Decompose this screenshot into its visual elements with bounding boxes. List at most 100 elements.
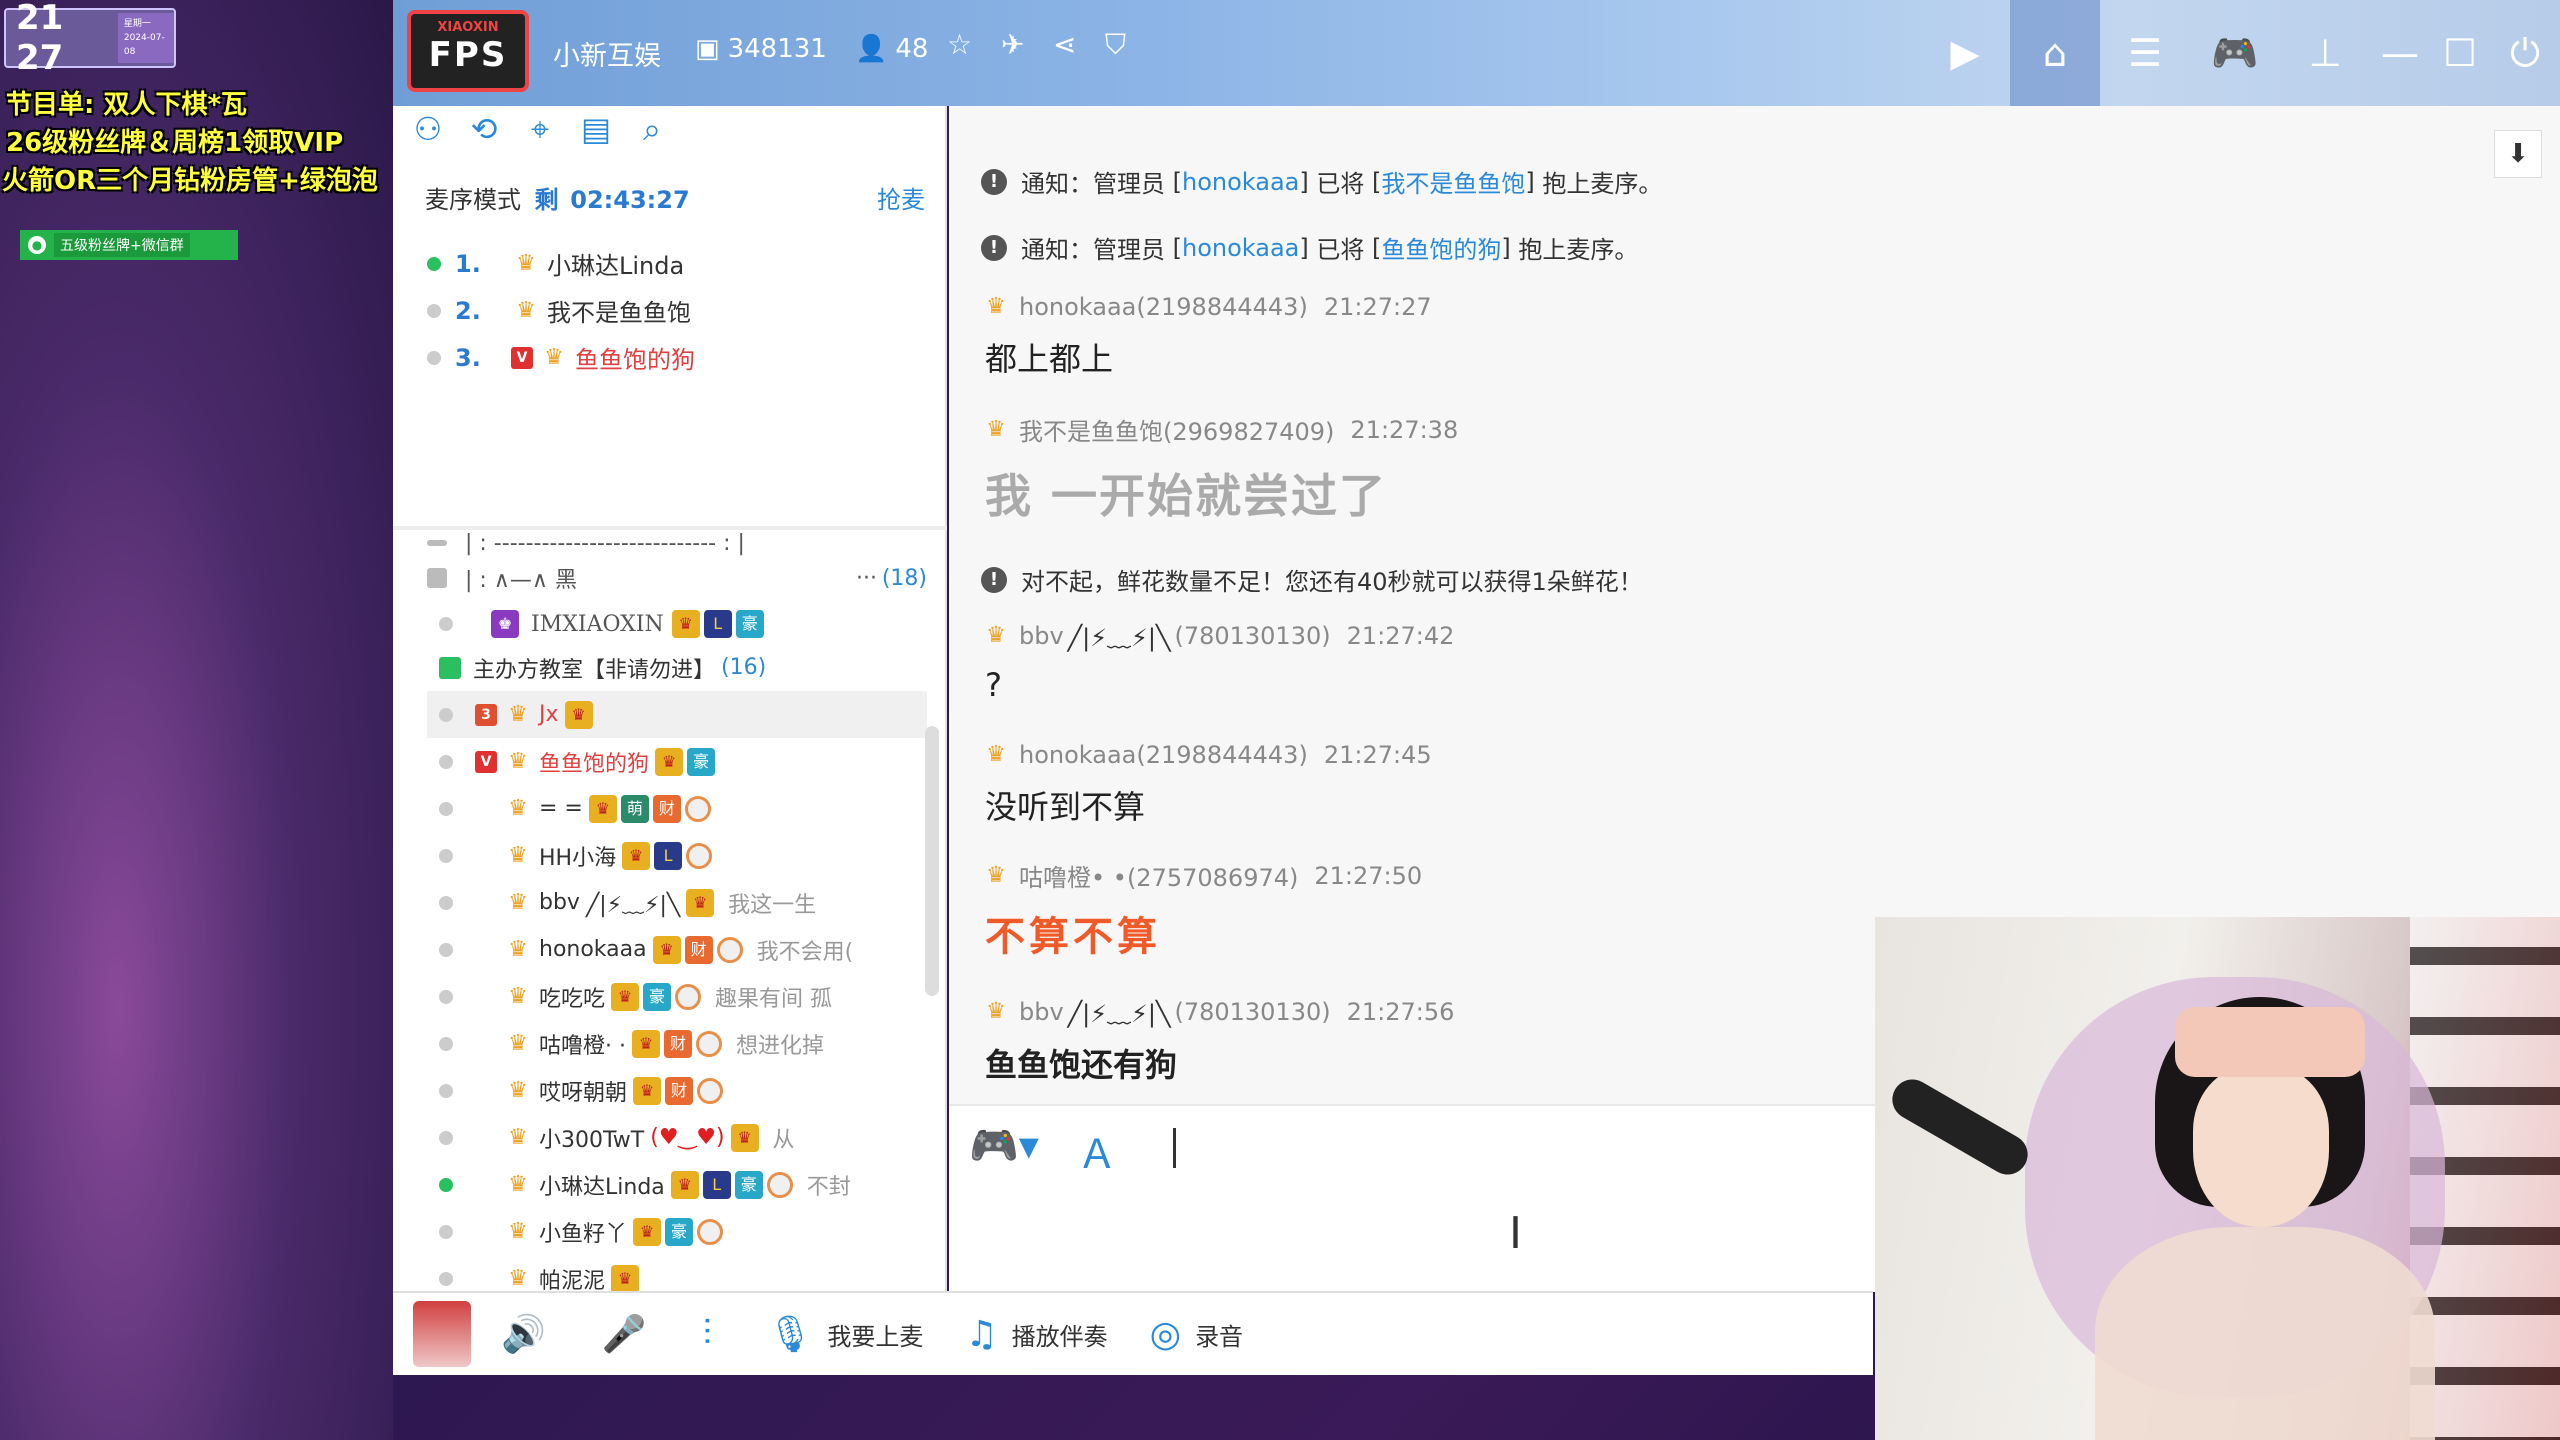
cai-badge-icon: 财 bbox=[663, 1029, 692, 1058]
medal-icon: ♛ bbox=[508, 983, 528, 1009]
maximize-icon[interactable]: ☐ bbox=[2430, 0, 2490, 106]
message-header: ♛ 我不是鱼鱼饱(2969827409) 21:27:38 bbox=[981, 412, 1458, 447]
medal-icon: ♛ bbox=[508, 1218, 528, 1244]
level-badge-icon: L bbox=[654, 841, 683, 870]
info-icon: ! bbox=[981, 168, 1007, 195]
status-dot bbox=[427, 350, 441, 365]
ring-badge-icon bbox=[695, 1030, 722, 1057]
channel-owner-row[interactable]: ♚ IMXIAOXIN ♛ L 豪 bbox=[427, 601, 927, 647]
hair-bow bbox=[2175, 1007, 2365, 1077]
status-dot bbox=[439, 1177, 453, 1192]
user-row[interactable]: V ♛ 鱼鱼饱的狗 ♛ 豪 bbox=[427, 738, 927, 785]
speaker-button[interactable]: 🔊 bbox=[501, 1313, 560, 1355]
status-dot bbox=[439, 707, 453, 722]
user-row[interactable]: ♛ 小300TwT (♥‿♥) ♛ 从 bbox=[427, 1114, 927, 1161]
cai-badge-icon: 财 bbox=[652, 794, 681, 823]
status-dot bbox=[439, 895, 453, 910]
home-icon[interactable]: ⌂ bbox=[2010, 0, 2100, 106]
wechat-icon: ● bbox=[28, 236, 46, 254]
channel-separator[interactable]: | : ---------------------------- : | bbox=[427, 531, 927, 556]
favorite-star-icon[interactable]: ☆ bbox=[947, 28, 972, 61]
hao-badge-icon: 豪 bbox=[687, 747, 716, 776]
user-row[interactable]: ♛ 吃吃吃 ♛ 豪 趣果有间 孤 bbox=[427, 973, 927, 1020]
scroll-down-button[interactable]: ⬇ bbox=[2494, 130, 2542, 178]
user-row[interactable]: 3 ♛ Jx ♛ bbox=[427, 691, 927, 738]
grab-mic-button[interactable]: 抢麦 bbox=[877, 180, 925, 215]
search-icon[interactable]: ⌕ bbox=[635, 112, 669, 146]
share-icon[interactable]: ⋖ bbox=[1053, 28, 1076, 61]
clock-widget: 21 27 星期一 2024-07-08 bbox=[4, 0, 176, 78]
record-button[interactable]: ◎ 录音 bbox=[1150, 1314, 1243, 1355]
owner-badge-icon: ♚ bbox=[491, 610, 519, 638]
play-music-button[interactable]: ♫ 播放伴奏 bbox=[965, 1314, 1107, 1355]
crown-icon: ♛ bbox=[611, 982, 640, 1011]
ring-badge-icon bbox=[697, 1077, 724, 1104]
room-id: ▣ 348131 bbox=[695, 34, 827, 64]
notes-icon[interactable]: ▤ bbox=[579, 112, 613, 146]
list-icon[interactable]: ☰ bbox=[2100, 0, 2190, 106]
lock-icon bbox=[427, 568, 447, 588]
message-header: ♛ honokaaa(2198844443) 21:27:27 bbox=[981, 292, 1431, 322]
medal-icon: ♛ bbox=[508, 748, 528, 774]
online-count: 👤 48 bbox=[855, 34, 929, 64]
mic-button[interactable]: 🎤 bbox=[602, 1313, 661, 1355]
left-panel-toolbar: ⚇ ⟲ ⌖ ▤ ⌕ bbox=[411, 112, 669, 146]
left-panel: ⚇ ⟲ ⌖ ▤ ⌕ 麦序模式 剩 02:43:27 抢麦 1. ♛ 小琳达Lin… bbox=[393, 106, 947, 1294]
message-header: ♛ honokaaa(2198844443) 21:27:45 bbox=[981, 740, 1431, 770]
user-row[interactable]: ♛ honokaaa ♛ 财 我不会用( bbox=[427, 926, 927, 973]
sub-channel[interactable]: 主办方教室【非请勿进】 (16) bbox=[439, 644, 927, 691]
font-style-icon[interactable]: Ａ bbox=[1077, 1122, 1117, 1180]
heart-deco-icon: (♥‿♥) bbox=[650, 1125, 725, 1150]
plane-icon[interactable]: ✈ bbox=[1001, 28, 1024, 61]
crown-icon: ♛ bbox=[611, 1264, 640, 1293]
status-dot bbox=[439, 989, 453, 1004]
status-dot bbox=[427, 303, 441, 318]
pin-icon[interactable]: ⊥ bbox=[2280, 0, 2370, 106]
status-dot bbox=[439, 942, 453, 957]
room-logo[interactable]: XIAOXIN FPS bbox=[407, 10, 529, 92]
medal-icon: ♛ bbox=[986, 294, 1006, 319]
emoji-picker-icon[interactable]: 🎮▾ bbox=[969, 1122, 1039, 1169]
history-icon[interactable]: ⟲ bbox=[467, 112, 501, 146]
power-icon[interactable]: ⏻ bbox=[2490, 0, 2560, 106]
shield-icon[interactable]: ⛉ bbox=[1105, 28, 1126, 62]
clock-date: 星期一 2024-07-08 bbox=[117, 13, 174, 63]
user-list-scrollbar[interactable] bbox=[925, 726, 939, 996]
user-row[interactable]: ♛ 咕噜橙· · ♛ 财 想进化掉 bbox=[427, 1020, 927, 1067]
user-row[interactable]: ♛ 小琳达Linda ♛ L 豪 不封 bbox=[427, 1161, 927, 1208]
queue-item[interactable]: 2. ♛ 我不是鱼鱼饱 bbox=[427, 287, 695, 334]
person-icon[interactable]: ⚇ bbox=[411, 112, 445, 146]
user-row[interactable]: ♛ bbv ╱|⚡﹏⚡|╲ ♛ 我这一生 bbox=[427, 879, 927, 926]
user-row[interactable]: ♛ = = ♛ 萌 财 bbox=[427, 785, 927, 832]
video-icon[interactable]: ▶ bbox=[1920, 0, 2010, 106]
mixer-button[interactable]: ⫶ bbox=[703, 1313, 726, 1355]
minimize-icon[interactable]: — bbox=[2370, 0, 2430, 106]
go-on-mic-button[interactable]: 🎙 我要上麦 bbox=[768, 1313, 924, 1355]
user-row[interactable]: ♛ 小鱼籽丫 ♛ 豪 bbox=[427, 1208, 927, 1255]
channel-item[interactable]: | : ∧—∧ 黑 ··· (18) bbox=[427, 555, 927, 601]
status-dot bbox=[439, 801, 453, 816]
record-icon: ◎ bbox=[1149, 1313, 1182, 1355]
status-dot bbox=[439, 1224, 453, 1239]
medal-icon: ♛ bbox=[986, 862, 1006, 888]
medal-icon: ♛ bbox=[508, 1265, 528, 1291]
user-row[interactable]: ♛ HH小海 ♛ L bbox=[427, 832, 927, 879]
stream-overlay-left: 21 27 星期一 2024-07-08 节目单: 双人下棋*瓦 26级粉丝牌＆… bbox=[0, 0, 393, 1440]
user-row[interactable]: ♛ 哎呀朝朝 ♛ 财 bbox=[427, 1067, 927, 1114]
medal-icon: ♛ bbox=[508, 889, 528, 915]
level-badge-icon: L bbox=[703, 610, 732, 638]
gamepad-icon[interactable]: 🎮 bbox=[2190, 0, 2280, 106]
ring-badge-icon bbox=[684, 795, 711, 822]
crown-icon: ♛ bbox=[588, 794, 617, 823]
info-icon: ! bbox=[981, 566, 1007, 593]
avatar[interactable] bbox=[413, 1301, 471, 1367]
message-text: 没听到不算 bbox=[985, 788, 1146, 826]
clock-time: 21 27 bbox=[16, 0, 64, 78]
message-text: 不算不算 bbox=[985, 914, 1161, 960]
message-header: ♛ bbv ╱|⚡﹏⚡|╲ (780130130) 21:27:56 bbox=[981, 994, 1454, 1029]
system-notice: ! 对不起，鲜花数量不足！您还有40秒就可以获得1朵鲜花！ bbox=[981, 562, 1643, 597]
remaining-label: 剩 bbox=[534, 186, 559, 214]
queue-item[interactable]: 1. ♛ 小琳达Linda bbox=[427, 240, 695, 287]
queue-item[interactable]: 3. V ♛ 鱼鱼饱的狗 bbox=[427, 334, 695, 381]
location-icon[interactable]: ⌖ bbox=[523, 112, 557, 146]
